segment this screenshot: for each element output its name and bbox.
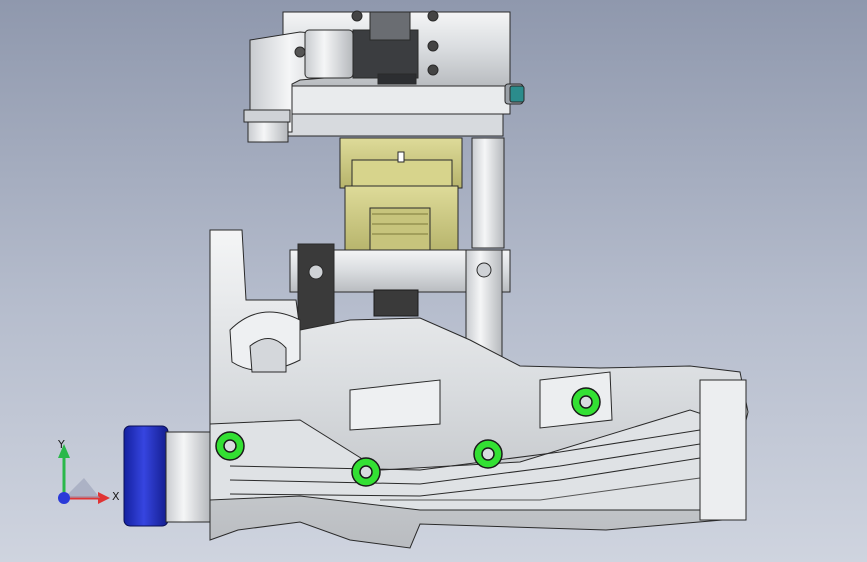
marker-1[interactable] — [215, 431, 245, 461]
marker-4[interactable] — [571, 387, 601, 417]
triad-plane — [64, 478, 100, 498]
marker-2[interactable] — [351, 457, 381, 487]
port-cap[interactable] — [123, 425, 211, 527]
marker-3[interactable] — [473, 439, 503, 469]
y-axis-label: Y — [58, 438, 65, 451]
coordinate-triad: Y X — [44, 438, 124, 510]
x-axis-label: X — [112, 490, 120, 503]
guide-rod[interactable] — [471, 137, 505, 249]
3d-model-assembly[interactable] — [0, 0, 867, 562]
clamp-jaw[interactable] — [373, 289, 419, 317]
graphics-viewport[interactable]: Y X — [0, 0, 867, 562]
z-axis-dot — [58, 492, 70, 504]
gripper-unit[interactable] — [339, 137, 463, 253]
